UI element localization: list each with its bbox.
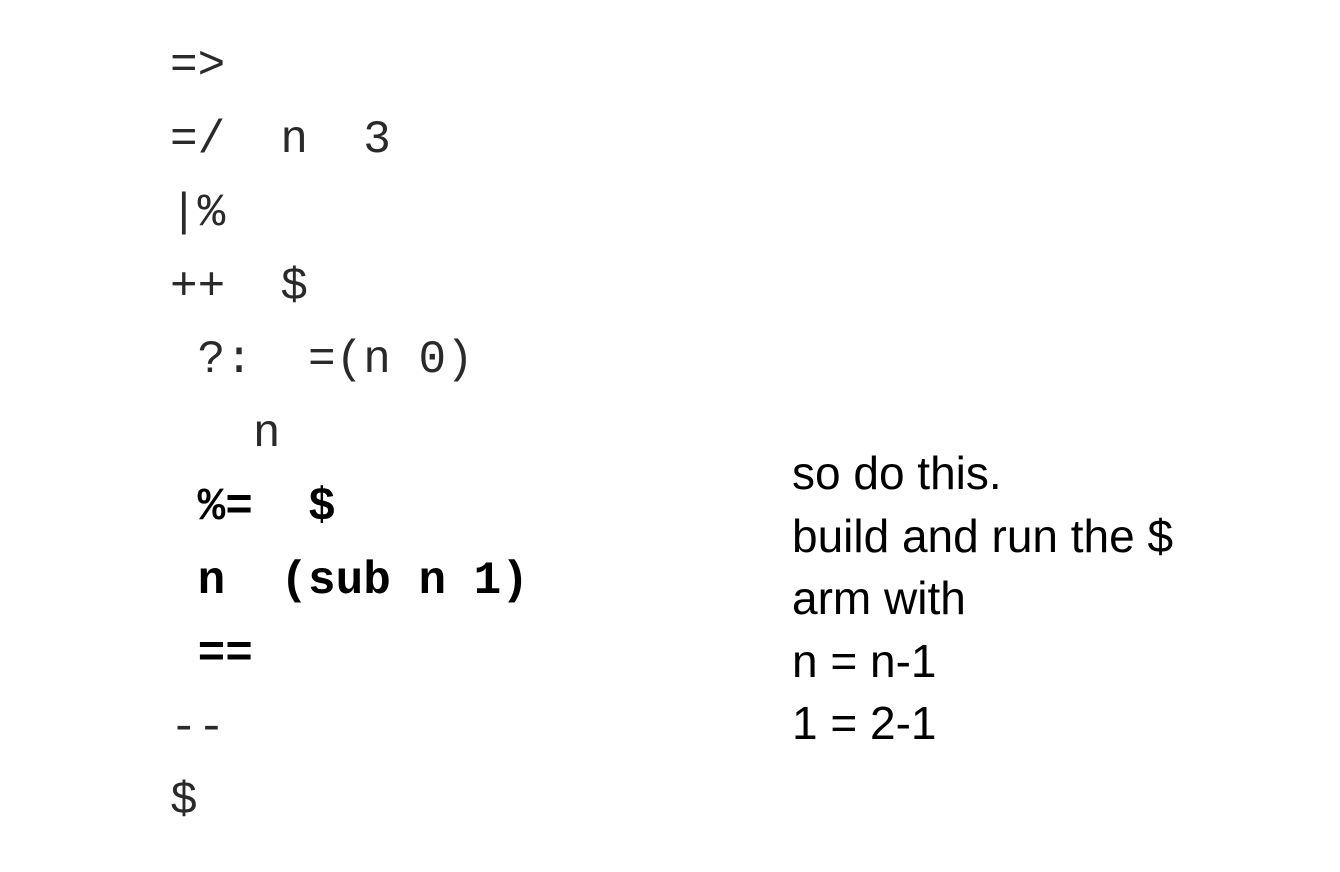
code-line: => <box>170 40 226 92</box>
note-line: so do this. <box>792 447 1002 499</box>
code-line: ++ $ <box>170 260 309 313</box>
code-block: => =/ n 3 |% ++ $ ?: =(n 0) n %= $ n (su… <box>170 30 529 839</box>
code-line: n <box>170 407 281 460</box>
code-line-highlighted: %= $ <box>170 481 336 533</box>
code-line: -- <box>170 701 226 754</box>
code-line-highlighted: == <box>170 628 253 680</box>
note-line: build and run the $ <box>792 509 1174 562</box>
code-line: $ <box>170 775 198 827</box>
note-line: arm with <box>792 572 966 624</box>
code-line: =/ n 3 <box>170 113 391 166</box>
note-line: n = n-1 <box>792 634 937 687</box>
code-line-highlighted: n (sub n 1) <box>170 554 529 607</box>
code-line: ?: =(n 0) <box>170 334 474 386</box>
code-line: |% <box>170 187 226 239</box>
explanation-note: so do this. build and run the $ arm with… <box>792 442 1173 755</box>
note-line: 1 = 2-1 <box>792 697 937 749</box>
